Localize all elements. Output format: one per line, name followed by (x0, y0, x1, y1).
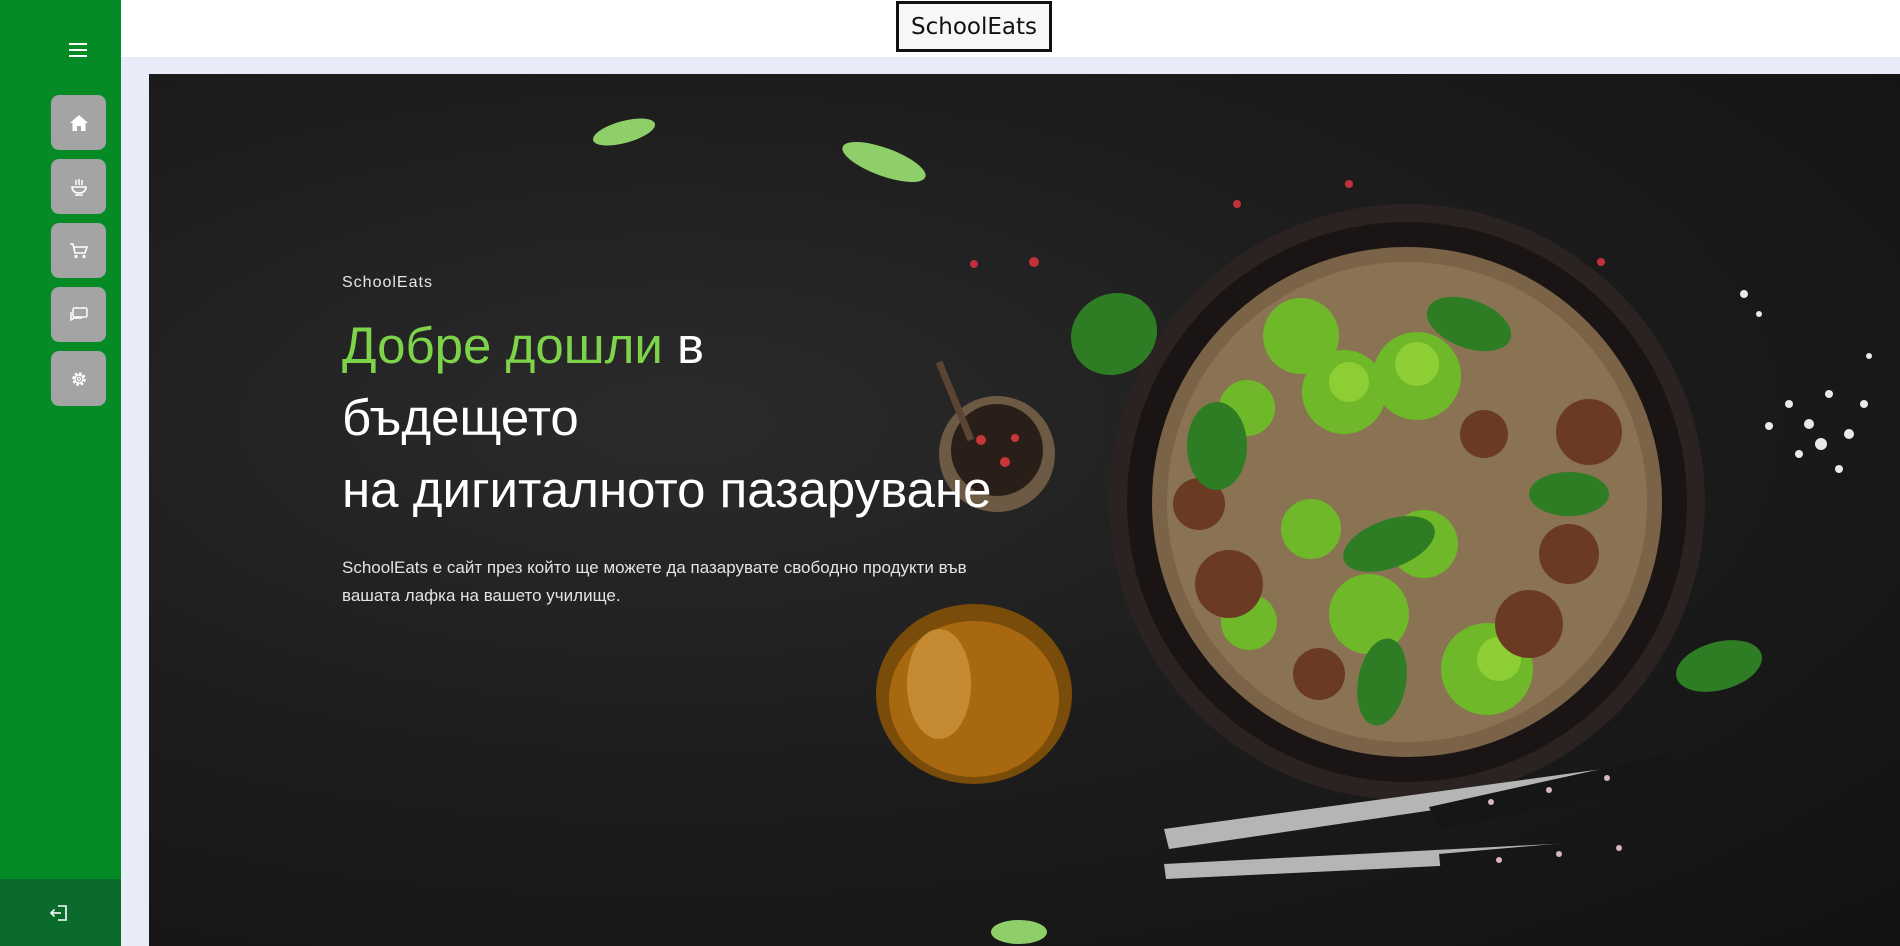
hamburger-icon (69, 43, 87, 57)
hero-text: SchoolEats Добре дошли в бъдещето на диг… (342, 274, 1062, 610)
top-header: SchoolEats (121, 0, 1900, 57)
cart-icon (69, 242, 88, 258)
sidebar-item-food[interactable] (51, 159, 106, 214)
sidebar-item-settings[interactable] (51, 351, 106, 406)
logout-button[interactable] (0, 879, 121, 946)
hero-description: SchoolEats е сайт през който ще можете д… (342, 558, 967, 605)
gear-icon (71, 371, 86, 386)
sidebar (0, 0, 121, 946)
headline-line3: на дигиталното пазаруване (342, 461, 992, 518)
sidebar-item-home[interactable] (51, 95, 106, 150)
sidebar-item-messages[interactable] (51, 287, 106, 342)
food-bowl-icon (70, 178, 87, 196)
hero-headline: Добре дошли в бъдещето на дигиталното па… (342, 310, 1062, 526)
sidebar-nav (51, 95, 106, 406)
home-icon (69, 114, 88, 131)
hero-eyebrow: SchoolEats (342, 274, 433, 291)
chat-icon (69, 306, 88, 321)
brand-logo[interactable]: SchoolEats (896, 1, 1052, 52)
headline-accent: Добре дошли (342, 317, 663, 374)
headline-rest: в (662, 317, 705, 374)
logout-icon (49, 904, 67, 921)
headline-line2: бъдещето (342, 389, 579, 446)
sidebar-item-cart[interactable] (51, 223, 106, 278)
menu-toggle-button[interactable] (58, 30, 98, 70)
hero-banner: SchoolEats Добре дошли в бъдещето на диг… (149, 74, 1900, 946)
